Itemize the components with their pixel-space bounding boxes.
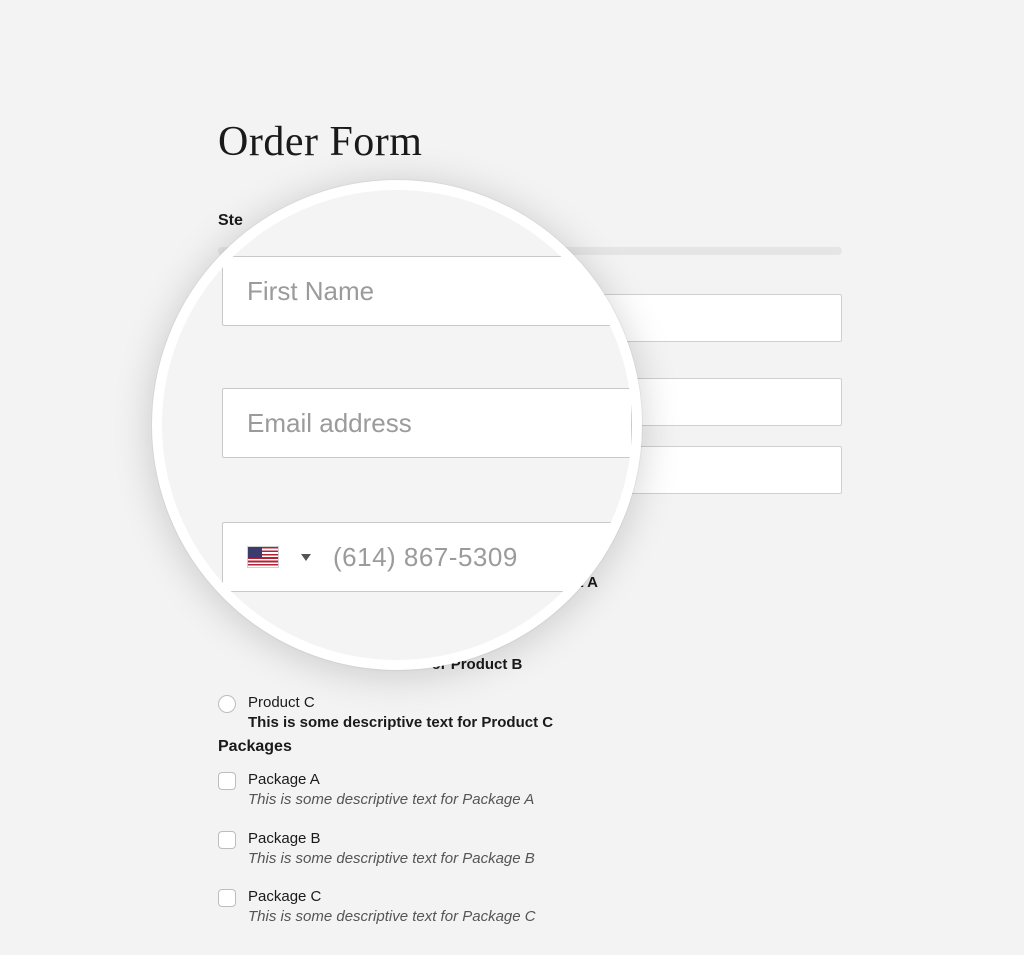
- checkbox-icon[interactable]: [218, 772, 236, 790]
- checkbox-icon[interactable]: [218, 889, 236, 907]
- packages-heading: Packages: [218, 738, 292, 756]
- loupe-first-name-placeholder: First Name: [247, 276, 374, 307]
- loupe-phone-input[interactable]: (614) 867-5309: [222, 522, 632, 592]
- package-option: Package B This is some descriptive text …: [218, 829, 842, 870]
- package-option: Package C This is some descriptive text …: [218, 887, 842, 928]
- product-desc: This is some descriptive text for Produc…: [248, 713, 842, 733]
- loupe-email-input[interactable]: Email address: [222, 388, 632, 458]
- order-form-page: Order Form Ste Products Product A This i…: [0, 0, 1024, 955]
- package-option: Package A This is some descriptive text …: [218, 770, 842, 811]
- package-label: Package C: [248, 887, 842, 907]
- package-label: Package A: [248, 770, 842, 790]
- loupe-first-name-input[interactable]: First Name: [222, 256, 632, 326]
- package-desc: This is some descriptive text for Packag…: [248, 849, 842, 869]
- package-desc: This is some descriptive text for Packag…: [248, 907, 842, 927]
- page-title: Order Form: [218, 118, 422, 166]
- package-desc: This is some descriptive text for Packag…: [248, 790, 842, 810]
- product-option: Product C This is some descriptive text …: [218, 693, 842, 734]
- us-flag-icon[interactable]: [247, 546, 279, 568]
- radio-icon[interactable]: [218, 695, 236, 713]
- chevron-down-icon[interactable]: [301, 554, 311, 561]
- magnifier-loupe: First Name Email address (614) 867-5309: [152, 180, 642, 670]
- product-label: Product C: [248, 693, 842, 713]
- loupe-phone-placeholder: (614) 867-5309: [333, 542, 518, 573]
- loupe-email-placeholder: Email address: [247, 408, 412, 439]
- package-label: Package B: [248, 829, 842, 849]
- checkbox-icon[interactable]: [218, 831, 236, 849]
- packages-group: Package A This is some descriptive text …: [218, 770, 842, 946]
